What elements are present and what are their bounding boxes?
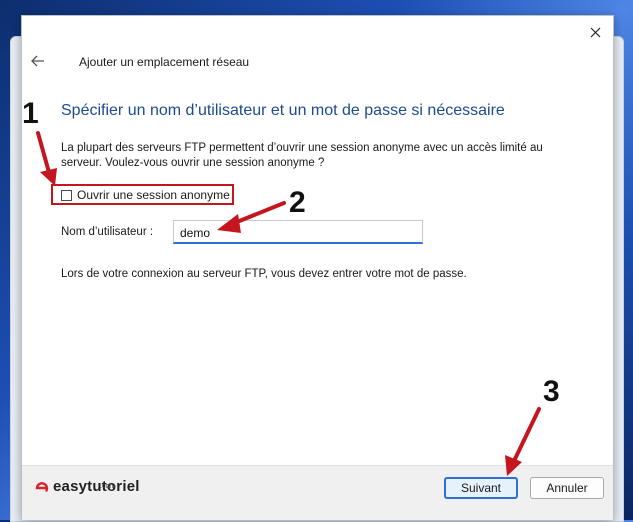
username-label: Nom d’utilisateur : — [61, 226, 154, 238]
next-button[interactable]: Suivant — [444, 477, 518, 499]
easytutoriel-logo-icon — [35, 481, 49, 492]
brand-suffix: .com — [100, 483, 116, 490]
dialog-footer: easytutoriel .com Suivant Annuler — [22, 465, 613, 520]
cancel-button[interactable]: Annuler — [530, 477, 604, 499]
close-button[interactable] — [583, 22, 607, 42]
annotation-highlight-box — [51, 184, 234, 205]
brand-name: easytutoriel — [53, 478, 140, 495]
close-icon — [590, 27, 600, 37]
annotation-step-1: 1 — [22, 97, 39, 130]
description-text: La plupart des serveurs FTP permettent d… — [61, 142, 543, 169]
password-info-text: Lors de votre connexion au serveur FTP, … — [61, 268, 467, 280]
back-arrow-icon — [31, 55, 44, 67]
username-input[interactable]: demo — [173, 220, 423, 244]
annotation-step-3: 3 — [543, 375, 560, 408]
annotation-step-2: 2 — [289, 186, 306, 219]
brand-logo: easytutoriel — [34, 478, 140, 495]
window-title: Ajouter un emplacement réseau — [79, 55, 250, 69]
back-button[interactable] — [28, 52, 48, 70]
page-heading: Spécifier un nom d’utilisateur et un mot… — [61, 102, 505, 119]
add-network-location-dialog: Ajouter un emplacement réseau Spécifier … — [21, 15, 614, 520]
